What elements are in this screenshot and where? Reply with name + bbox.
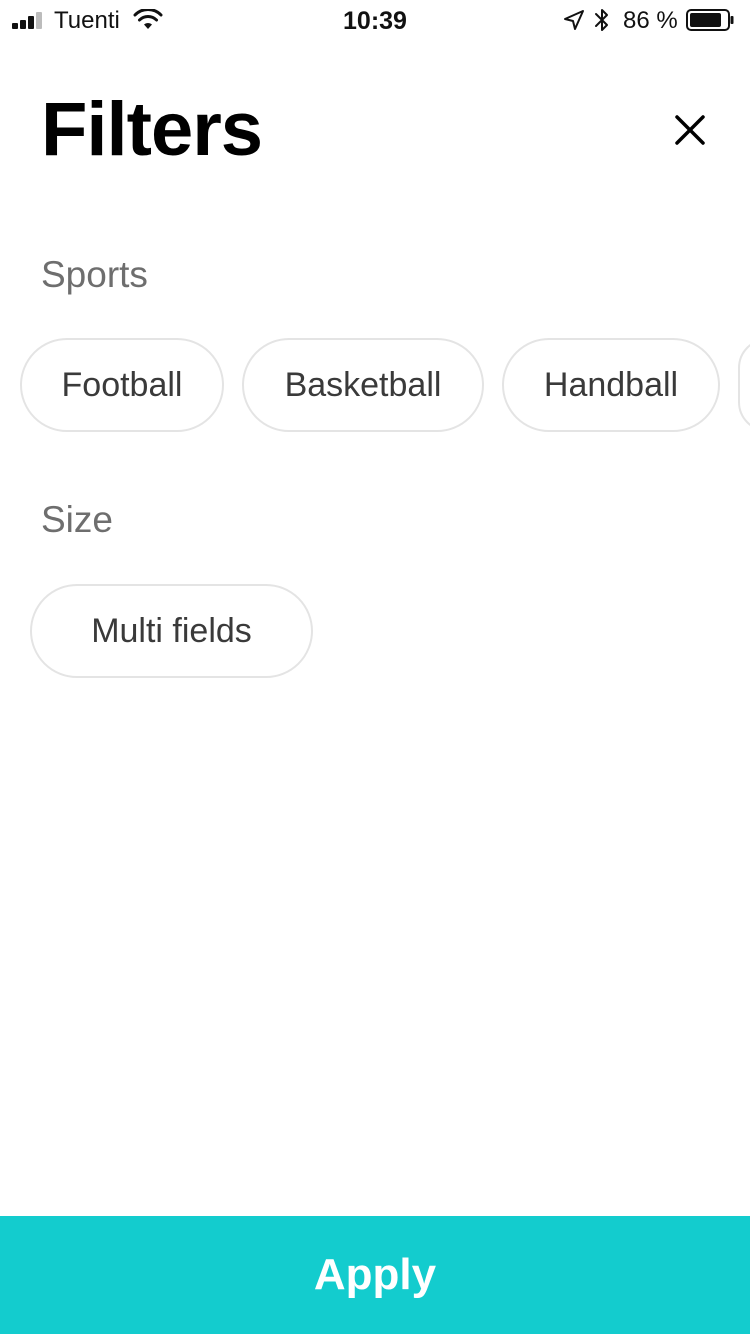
battery-icon (686, 9, 734, 31)
apply-button[interactable]: Apply (0, 1216, 750, 1334)
chip-handball[interactable]: Handball (502, 338, 720, 432)
chip-next-partial[interactable] (738, 338, 750, 432)
chip-basketball[interactable]: Basketball (242, 338, 484, 432)
chip-football[interactable]: Football (20, 338, 224, 432)
bluetooth-icon (595, 9, 608, 31)
battery-percentage: 86 % (623, 7, 678, 34)
close-icon (675, 115, 705, 145)
status-bar: Tuenti 10:39 86 % (0, 0, 750, 40)
location-arrow-icon (564, 10, 584, 30)
close-button[interactable] (664, 104, 716, 156)
section-title-sports: Sports (41, 254, 148, 295)
page-title: Filters (41, 87, 263, 172)
size-chip-list: Multi fields (30, 584, 750, 680)
section-title-size: Size (41, 499, 113, 540)
chip-multi-fields[interactable]: Multi fields (30, 584, 313, 678)
sports-chip-list: Football Basketball Handball (20, 338, 750, 434)
